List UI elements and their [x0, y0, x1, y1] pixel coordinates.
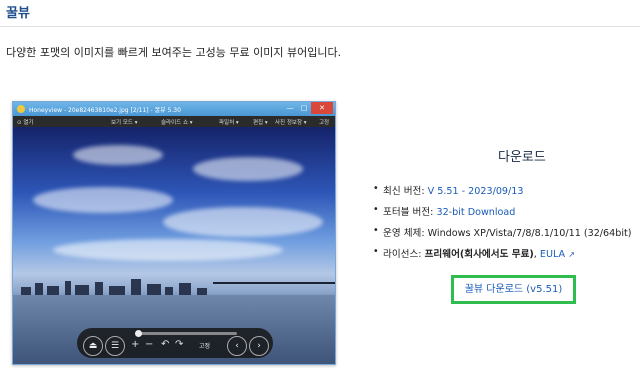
seek-handle [135, 330, 142, 337]
toolbar-fit: 고정 [319, 120, 330, 126]
toolbar-open: ⊙ 열기 [17, 120, 34, 126]
cloud-shape [193, 157, 303, 181]
eula-link[interactable]: EULA [540, 249, 565, 260]
version-info-list: 최신 버전: V 5.51 - 2023/09/13 포터블 버전: 32-bi… [371, 183, 632, 267]
external-link-icon: ↗ [568, 250, 575, 259]
sky-river-photo: ⏏ ☰ + − ↶ ↷ 고정 ‹ › [13, 127, 335, 364]
zoom-out-icon: − [145, 339, 154, 350]
toolbar-edit: 편집 ▾ [253, 120, 268, 126]
rotate-left-icon: ↶ [161, 339, 170, 350]
next-icon: › [249, 336, 269, 356]
cloud-shape [33, 187, 173, 213]
portable-download-link[interactable]: 32-bit Download [436, 207, 515, 218]
rotate-right-icon: ↷ [175, 339, 184, 350]
cloud-shape [163, 207, 323, 237]
cloud-shape [73, 145, 163, 165]
viewer-toolbar: ⊙ 열기 보기 모드 ▾ 슬라이드 쇼 ▾ 파일처 ▾ 편집 ▾ 사진 정보창 … [13, 116, 335, 127]
header-divider [0, 26, 640, 27]
eject-icon: ⏏ [83, 336, 103, 356]
list-item: 포터블 버전: 32-bit Download [371, 204, 632, 225]
list-item: 운영 체제: Windows XP/Vista/7/8/8.1/10/11 (3… [371, 225, 632, 246]
previous-icon: ‹ [227, 336, 247, 356]
list-item: 최신 버전: V 5.51 - 2023/09/13 [371, 183, 632, 204]
toolbar-slideshow: 슬라이드 쇼 ▾ [161, 120, 193, 126]
maximize-icon: □ [300, 104, 308, 112]
download-heading: 다운로드 [498, 150, 546, 165]
license-value: 프리웨어(회사에서도 무료) [424, 249, 534, 260]
portable-version-label: 포터블 버전: [383, 207, 437, 218]
seek-bar [137, 332, 237, 335]
close-icon: ✕ [311, 102, 333, 114]
page-title: 꿀뷰 [6, 6, 30, 21]
download-button[interactable]: 꿀뷰 다운로드 (v5.51) [451, 275, 576, 304]
toolbar-photo-info: 사진 정보창 ▾ [275, 120, 307, 126]
cloud-shape [53, 239, 283, 261]
list-item: 라이선스: 프리웨어(회사에서도 무료), EULA ↗ [371, 246, 632, 267]
latest-version-link[interactable]: V 5.51 - 2023/09/13 [428, 186, 524, 197]
page-tagline: 다양한 포맷의 이미지를 빠르게 보여주는 고성능 무료 이미지 뷰어입니다. [6, 46, 342, 59]
window-title: Honeyview - 20e82463810e2.jpg [2/11] - 꿀… [29, 107, 181, 114]
minimize-icon: — [286, 104, 294, 112]
toolbar-tools: 파일처 ▾ [219, 120, 239, 126]
app-screenshot: Honeyview - 20e82463810e2.jpg [2/11] - 꿀… [12, 101, 336, 365]
toolbar-view-mode: 보기 모드 ▾ [111, 120, 138, 126]
window-titlebar: Honeyview - 20e82463810e2.jpg [2/11] - 꿀… [13, 102, 335, 116]
honeyview-app-icon [17, 105, 25, 113]
zoom-in-icon: + [131, 339, 140, 350]
zoom-label: 고정 [199, 343, 211, 350]
os-value: Windows XP/Vista/7/8/8.1/10/11 (32/64bit… [427, 228, 632, 239]
menu-icon: ☰ [105, 336, 125, 356]
os-label: 운영 체제: [383, 228, 428, 239]
latest-version-label: 최신 버전: [383, 186, 428, 197]
bridge [213, 282, 335, 290]
viewer-control-bar: ⏏ ☰ + − ↶ ↷ 고정 ‹ › [77, 328, 273, 358]
license-label: 라이선스: [383, 249, 425, 260]
